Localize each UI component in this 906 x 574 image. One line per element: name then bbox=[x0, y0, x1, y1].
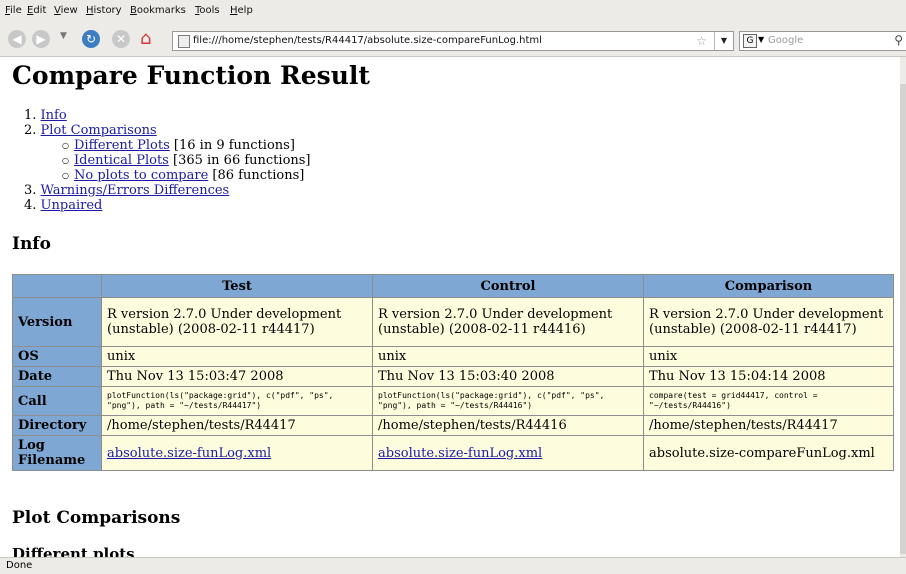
table-header: Comparison bbox=[644, 275, 893, 297]
scrollbar-thumb[interactable] bbox=[900, 84, 906, 554]
status-bar: Done bbox=[0, 557, 906, 574]
status-text: Done bbox=[6, 560, 33, 571]
toc-link-different-plots[interactable]: Different Plots bbox=[74, 138, 170, 153]
plot-comparisons-heading: Plot Comparisons bbox=[12, 508, 181, 528]
page-favicon-icon bbox=[178, 35, 190, 48]
menu-bookmarks[interactable]: Bookmarks bbox=[130, 5, 186, 16]
toc-link-plot-comparisons[interactable]: Plot Comparisons bbox=[41, 123, 157, 138]
control-log-link[interactable]: absolute.size-funLog.xml bbox=[378, 446, 542, 461]
toc-item-warnings: 3. Warnings/Errors Differences bbox=[24, 183, 230, 198]
toc-item-unpaired: 4. Unpaired bbox=[24, 198, 103, 213]
table-cell: R version 2.7.0 Under development (unsta… bbox=[102, 298, 372, 346]
table-header bbox=[13, 275, 101, 297]
history-dropdown-icon[interactable]: ▼ bbox=[60, 31, 67, 41]
search-engine-icon[interactable]: G bbox=[743, 34, 757, 48]
page-content: Compare Function Result 1. Info 2. Plot … bbox=[0, 57, 900, 557]
table-row: OS unix unix unix bbox=[13, 347, 893, 366]
forward-icon[interactable]: ▶ bbox=[32, 30, 50, 48]
menu-tools[interactable]: Tools bbox=[195, 5, 220, 16]
table-cell: plotFunction(ls("package:grid"), c("pdf"… bbox=[373, 387, 643, 415]
table-cell: /home/stephen/tests/R44416 bbox=[373, 416, 643, 435]
table-header: Test bbox=[102, 275, 372, 297]
toc-link-warnings[interactable]: Warnings/Errors Differences bbox=[41, 183, 230, 198]
bookmark-star-icon[interactable]: ☆ bbox=[696, 32, 707, 50]
search-input[interactable]: Google bbox=[768, 35, 803, 46]
toc-count: [365 in 66 functions] bbox=[168, 153, 311, 168]
table-cell: plotFunction(ls("package:grid"), c("pdf"… bbox=[102, 387, 372, 415]
test-log-link[interactable]: absolute.size-funLog.xml bbox=[107, 446, 271, 461]
table-cell: /home/stephen/tests/R44417 bbox=[644, 416, 893, 435]
back-icon[interactable]: ◀ bbox=[8, 30, 26, 48]
table-cell: absolute.size-compareFunLog.xml bbox=[644, 436, 893, 470]
info-heading: Info bbox=[12, 234, 51, 254]
table-cell: Thu Nov 13 15:04:14 2008 bbox=[644, 367, 893, 386]
table-cell: unix bbox=[644, 347, 893, 366]
table-row: Version R version 2.7.0 Under developmen… bbox=[13, 298, 893, 346]
table-row: Log Filename absolute.size-funLog.xml ab… bbox=[13, 436, 893, 470]
toc-link-unpaired[interactable]: Unpaired bbox=[41, 198, 103, 213]
table-cell: compare(test = grid44417, control = "~/t… bbox=[644, 387, 893, 415]
row-header: Call bbox=[13, 387, 101, 415]
search-icon[interactable]: ⚲ bbox=[894, 33, 903, 47]
menu-view[interactable]: View bbox=[54, 5, 78, 16]
row-header: OS bbox=[13, 347, 101, 366]
table-header: Control bbox=[373, 275, 643, 297]
toc-link-identical-plots[interactable]: Identical Plots bbox=[74, 153, 169, 168]
toc-subitem-no-plots: ○ No plots to compare [86 functions] bbox=[24, 168, 311, 183]
toc-link-info[interactable]: Info bbox=[41, 108, 67, 123]
toc-item-info: 1. Info bbox=[24, 108, 67, 123]
menu-history[interactable]: History bbox=[86, 5, 122, 16]
url-dropdown-icon[interactable]: ▼ bbox=[714, 32, 733, 50]
circle-bullet-icon: ○ bbox=[62, 156, 69, 165]
search-engine-dropdown-icon[interactable]: ▼ bbox=[758, 35, 764, 44]
toc-count: [86 functions] bbox=[208, 168, 305, 183]
address-bar[interactable]: file:///home/stephen/tests/R44417/absolu… bbox=[172, 31, 734, 51]
address-url[interactable]: file:///home/stephen/tests/R44417/absolu… bbox=[193, 32, 542, 50]
table-cell: unix bbox=[102, 347, 372, 366]
table-row: Call plotFunction(ls("package:grid"), c(… bbox=[13, 387, 893, 415]
menu-file[interactable]: File bbox=[5, 5, 22, 16]
toc-subitem-identical-plots: ○ Identical Plots [365 in 66 functions] bbox=[24, 153, 311, 168]
circle-bullet-icon: ○ bbox=[62, 171, 69, 180]
menu-help[interactable]: Help bbox=[230, 5, 253, 16]
different-plots-heading: Different plots bbox=[12, 545, 135, 557]
row-header: Date bbox=[13, 367, 101, 386]
table-cell: R version 2.7.0 Under development (unsta… bbox=[373, 298, 643, 346]
circle-bullet-icon: ○ bbox=[62, 141, 69, 150]
toc-count: [16 in 9 functions] bbox=[169, 138, 295, 153]
table-cell: unix bbox=[373, 347, 643, 366]
page-title: Compare Function Result bbox=[12, 61, 370, 90]
row-header: Directory bbox=[13, 416, 101, 435]
table-cell: Thu Nov 13 15:03:47 2008 bbox=[102, 367, 372, 386]
toc-link-no-plots[interactable]: No plots to compare bbox=[74, 168, 208, 183]
toc-item-plot-comparisons: 2. Plot Comparisons bbox=[24, 123, 157, 138]
reload-icon[interactable]: ↻ bbox=[82, 30, 100, 48]
info-table: Test Control Comparison Version R versio… bbox=[12, 274, 894, 471]
table-cell: /home/stephen/tests/R44417 bbox=[102, 416, 372, 435]
row-header: Log Filename bbox=[13, 436, 101, 470]
search-bar[interactable]: G ▼ Google ⚲ bbox=[739, 31, 906, 51]
table-header-row: Test Control Comparison bbox=[13, 275, 893, 297]
table-of-contents: 1. Info 2. Plot Comparisons ○ Different P… bbox=[24, 108, 311, 213]
menu-bar: File Edit View History Bookmarks Tools H… bbox=[0, 0, 906, 22]
table-cell: absolute.size-funLog.xml bbox=[102, 436, 372, 470]
toc-subitem-different-plots: ○ Different Plots [16 in 9 functions] bbox=[24, 138, 311, 153]
table-cell: absolute.size-funLog.xml bbox=[373, 436, 643, 470]
stop-icon[interactable]: ✕ bbox=[112, 30, 130, 48]
table-cell: Thu Nov 13 15:03:40 2008 bbox=[373, 367, 643, 386]
table-cell: R version 2.7.0 Under development (unsta… bbox=[644, 298, 893, 346]
table-row: Directory /home/stephen/tests/R44417 /ho… bbox=[13, 416, 893, 435]
table-row: Date Thu Nov 13 15:03:47 2008 Thu Nov 13… bbox=[13, 367, 893, 386]
menu-edit[interactable]: Edit bbox=[27, 5, 46, 16]
row-header: Version bbox=[13, 298, 101, 346]
home-icon[interactable]: ⌂ bbox=[140, 28, 151, 49]
